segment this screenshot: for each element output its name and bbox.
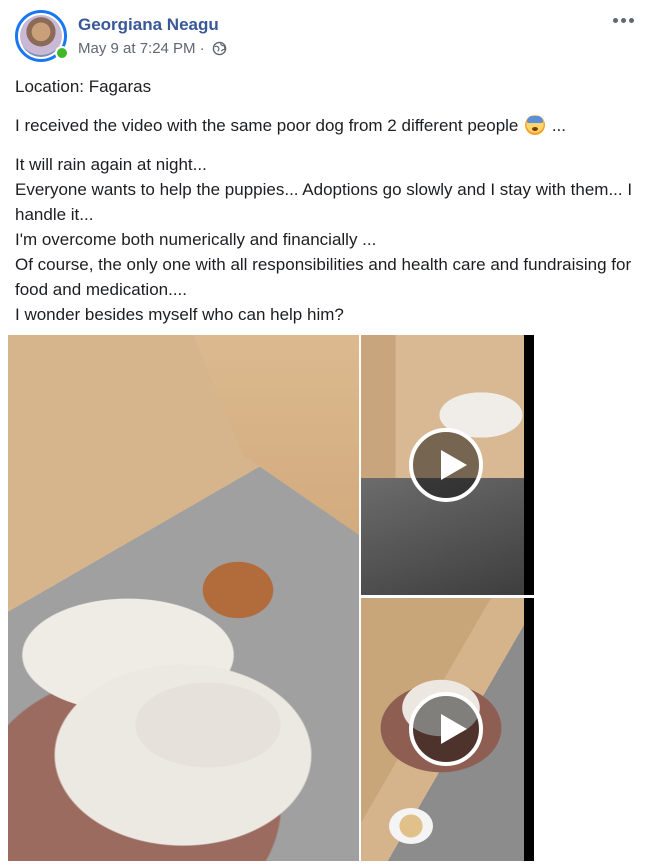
post-line-ellipsis: ... <box>547 116 567 135</box>
author-name-link[interactable]: Georgiana Neagu <box>78 15 219 35</box>
globe-icon[interactable] <box>212 41 227 56</box>
post-timestamp[interactable]: May 9 at 7:24 PM <box>78 40 196 57</box>
post-line: It will rain again at night... <box>15 155 207 174</box>
video-thumbnail-1[interactable] <box>361 335 534 595</box>
letterbox-bar <box>524 335 534 595</box>
post-line: Of course, the only one with all respons… <box>15 255 632 299</box>
post-line: Everyone wants to help the puppies... Ad… <box>15 180 633 224</box>
post-line: I'm overcome both numerically and financ… <box>15 230 377 249</box>
post-line-text: I received the video with the same poor … <box>15 116 524 135</box>
online-status-icon <box>55 46 69 60</box>
play-icon[interactable] <box>409 692 483 766</box>
meta-separator: · <box>199 40 205 57</box>
post-meta: May 9 at 7:24 PM · <box>78 40 227 57</box>
dog-photo[interactable] <box>8 335 359 861</box>
video-thumbnail-2[interactable] <box>361 598 534 861</box>
post-body: Location: Fagaras I received the video w… <box>15 74 635 327</box>
food-bowl <box>389 808 433 844</box>
post-header: Georgiana Neagu May 9 at 7:24 PM · <box>15 10 637 62</box>
more-options-icon[interactable] <box>609 10 637 30</box>
post-line: I wonder besides myself who can help him… <box>15 305 344 324</box>
post-line: I received the video with the same poor … <box>15 113 635 138</box>
location-text: Location: Fagaras <box>15 77 152 96</box>
media-grid <box>8 333 536 861</box>
anxious-face-emoji-icon <box>525 115 546 135</box>
play-icon[interactable] <box>409 428 483 502</box>
letterbox-bar <box>524 598 534 861</box>
